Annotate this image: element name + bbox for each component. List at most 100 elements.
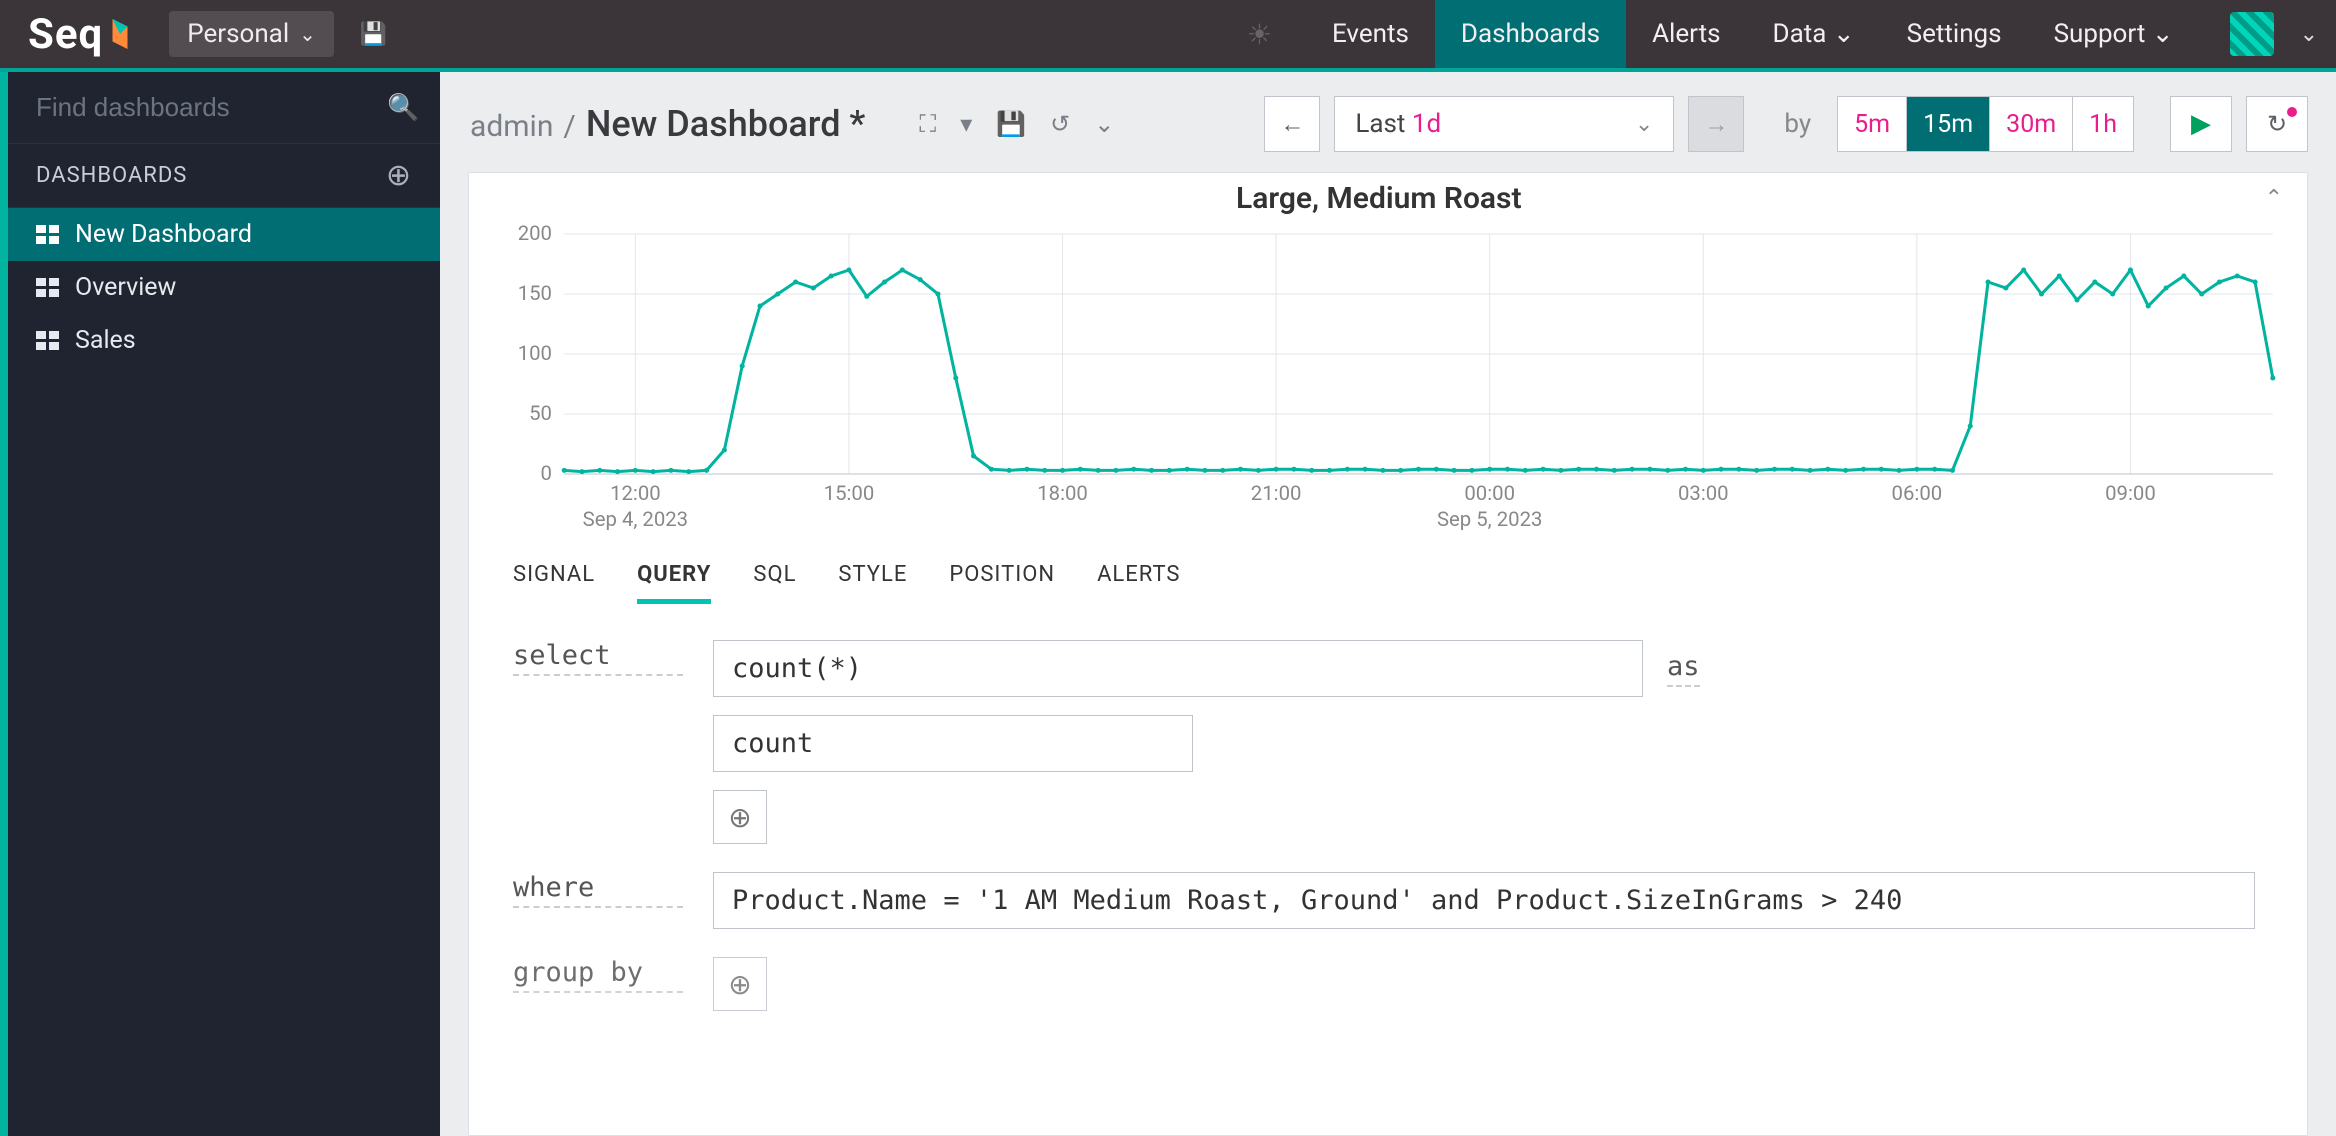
plus-icon: ⊕	[728, 801, 751, 834]
save-icon[interactable]: 💾	[996, 110, 1026, 138]
where-label: where	[513, 872, 683, 908]
sidebar-item-label: New Dashboard	[75, 220, 252, 249]
logo-text: Seq	[28, 10, 103, 59]
sidebar-item-overview[interactable]: Overview	[8, 261, 440, 314]
select-expression-input[interactable]	[713, 640, 1643, 697]
run-button[interactable]: ▶	[2170, 96, 2232, 152]
svg-text:Sep 4, 2023: Sep 4, 2023	[583, 507, 688, 531]
sidebar: 🔍 DASHBOARDS ⊕ New Dashboard Overview Sa…	[0, 72, 440, 1136]
svg-text:09:00: 09:00	[2105, 481, 2156, 505]
breadcrumb: admin / New Dashboard *	[470, 103, 865, 145]
sidebar-section-header: DASHBOARDS ⊕	[8, 143, 440, 208]
sidebar-item-label: Overview	[75, 273, 176, 302]
breadcrumb-sep: /	[563, 109, 575, 144]
refresh-button[interactable]: ↻	[2246, 96, 2308, 152]
avatar[interactable]	[2230, 12, 2274, 56]
bucket-30m[interactable]: 30m	[1990, 96, 2073, 152]
nav-link-dashboards[interactable]: Dashboards	[1435, 0, 1626, 68]
svg-text:06:00: 06:00	[1892, 481, 1943, 505]
svg-text:50: 50	[529, 401, 552, 425]
tab-alerts[interactable]: ALERTS	[1097, 562, 1180, 604]
workspace-name: Personal	[187, 19, 289, 49]
nav-links: Events Dashboards Alerts Data ⌄ Settings…	[1306, 0, 2200, 68]
bucket-group: 5m 15m 30m 1h	[1837, 96, 2134, 152]
collapse-icon[interactable]: ⌃	[2265, 186, 2283, 211]
svg-text:21:00: 21:00	[1251, 481, 1302, 505]
more-chevron-icon[interactable]: ⌄	[1094, 110, 1114, 138]
nav-link-alerts[interactable]: Alerts	[1626, 0, 1746, 68]
tab-position[interactable]: POSITION	[949, 562, 1055, 604]
chart-panel: Large, Medium Roast ⌃ 05010015020012:001…	[468, 172, 2308, 1136]
chevron-down-icon: ⌄	[299, 22, 316, 46]
svg-text:0: 0	[541, 461, 552, 485]
tab-signal[interactable]: SIGNAL	[513, 562, 595, 604]
save-workspace-icon[interactable]: 💾	[360, 22, 387, 47]
tab-query[interactable]: QUERY	[637, 562, 711, 604]
play-icon: ▶	[2191, 109, 2211, 139]
by-label: by	[1784, 109, 1811, 139]
time-prev-button[interactable]: ←	[1264, 96, 1320, 152]
nav-link-events[interactable]: Events	[1306, 0, 1435, 68]
select-label: select	[513, 640, 683, 676]
dashboard-icon	[36, 278, 59, 297]
search-icon[interactable]: 🔍	[387, 93, 419, 123]
add-column-button[interactable]: ⊕	[713, 790, 767, 844]
select-alias-input[interactable]	[713, 715, 1193, 772]
range-prefix: Last	[1355, 109, 1412, 139]
svg-text:12:00: 12:00	[610, 481, 661, 505]
fullscreen-icon[interactable]: ⛶	[919, 110, 936, 138]
filter-icon[interactable]: ▾	[960, 110, 972, 138]
refresh-icon: ↻	[2267, 110, 2287, 138]
nav-link-support[interactable]: Support ⌄	[2028, 0, 2200, 68]
bucket-1h[interactable]: 1h	[2073, 96, 2134, 152]
panel-tabs: SIGNAL QUERY SQL STYLE POSITION ALERTS	[469, 548, 2307, 604]
svg-text:00:00: 00:00	[1464, 481, 1515, 505]
sidebar-item-label: Sales	[75, 326, 136, 355]
groupby-label: group by	[513, 957, 683, 993]
page-title[interactable]: New Dashboard *	[586, 103, 866, 145]
toolbar: admin / New Dashboard * ⛶ ▾ 💾 ↺ ⌄ ← Last…	[440, 72, 2336, 172]
plus-icon: ⊕	[728, 968, 751, 1001]
tab-sql[interactable]: SQL	[753, 562, 796, 604]
undo-icon[interactable]: ↺	[1050, 110, 1070, 138]
chevron-down-icon: ⌄	[1635, 112, 1653, 137]
svg-text:15:00: 15:00	[824, 481, 875, 505]
owner: admin	[470, 109, 553, 144]
as-label: as	[1667, 651, 1700, 687]
logo-mark-icon	[111, 19, 129, 49]
dashboard-icon	[36, 331, 59, 350]
bucket-15m[interactable]: 15m	[1907, 96, 1990, 152]
tab-style[interactable]: STYLE	[838, 562, 907, 604]
svg-text:200: 200	[518, 224, 552, 245]
bucket-5m[interactable]: 5m	[1837, 96, 1907, 152]
range-value: 1d	[1412, 109, 1441, 139]
svg-text:Sep 5, 2023: Sep 5, 2023	[1437, 507, 1542, 531]
nav-link-data[interactable]: Data ⌄	[1747, 0, 1881, 68]
sidebar-item-sales[interactable]: Sales	[8, 314, 440, 367]
refresh-indicator-icon	[2287, 107, 2297, 117]
theme-toggle-icon[interactable]: ☀	[1247, 18, 1272, 51]
svg-text:150: 150	[518, 281, 552, 305]
workspace-selector[interactable]: Personal ⌄	[169, 11, 334, 57]
time-range-selector[interactable]: Last 1d ⌄	[1334, 96, 1674, 152]
sidebar-item-new-dashboard[interactable]: New Dashboard	[8, 208, 440, 261]
query-form: select as ⊕ where	[469, 604, 2307, 1059]
top-nav: Seq Personal ⌄ 💾 ☀ Events Dashboards Ale…	[0, 0, 2336, 72]
svg-text:03:00: 03:00	[1678, 481, 1729, 505]
chart[interactable]: 05010015020012:0015:0018:0021:0000:0003:…	[469, 216, 2307, 548]
user-menu-chevron-icon[interactable]: ⌄	[2300, 22, 2318, 47]
add-groupby-button[interactable]: ⊕	[713, 957, 767, 1011]
chart-title: Large, Medium Roast	[493, 181, 2265, 216]
add-dashboard-icon[interactable]: ⊕	[386, 158, 412, 193]
search-input[interactable]	[36, 92, 371, 123]
where-expression-input[interactable]	[713, 872, 2255, 929]
svg-text:18:00: 18:00	[1037, 481, 1088, 505]
sidebar-section-label: DASHBOARDS	[36, 163, 187, 188]
arrow-right-icon: →	[1704, 110, 1728, 139]
logo: Seq	[28, 10, 129, 59]
time-next-button[interactable]: →	[1688, 96, 1744, 152]
nav-link-settings[interactable]: Settings	[1881, 0, 2028, 68]
arrow-left-icon: ←	[1280, 110, 1304, 139]
dashboard-icon	[36, 225, 59, 244]
toolbar-icons: ⛶ ▾ 💾 ↺ ⌄	[919, 110, 1114, 138]
